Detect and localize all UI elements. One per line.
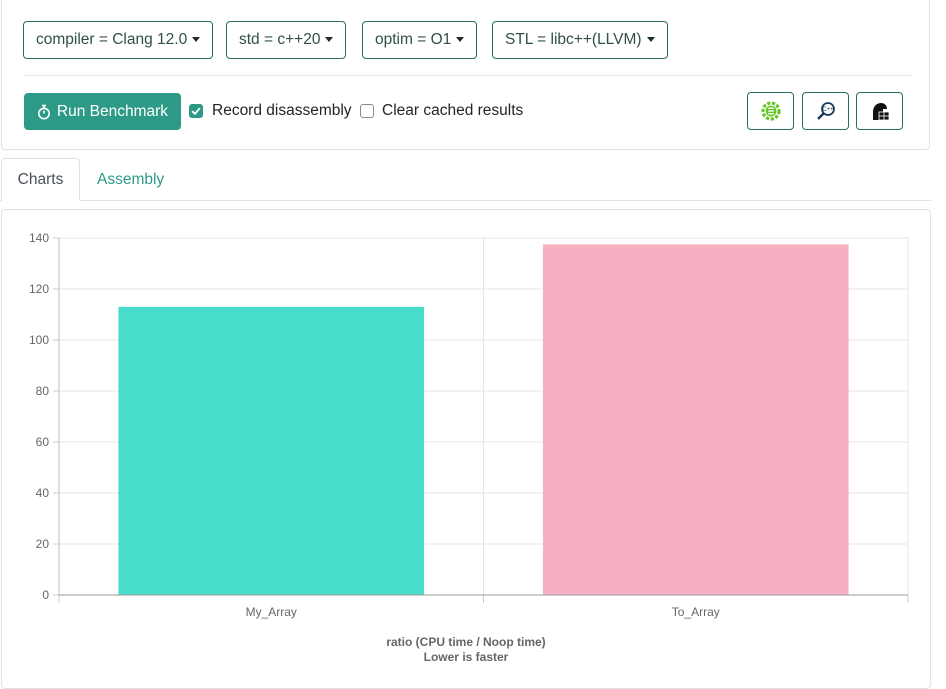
run-benchmark-label: Run Benchmark <box>56 102 169 120</box>
y-tick-label: 60 <box>36 435 50 449</box>
y-tick-label: 100 <box>29 333 49 347</box>
tab-charts-label: Charts <box>17 170 64 188</box>
caret-down-icon <box>456 36 465 42</box>
optim-dropdown-label: optim = O1 <box>375 31 452 48</box>
record-disassembly-checkbox[interactable] <box>189 104 203 118</box>
caret-down-icon <box>325 36 334 42</box>
benchmark-settings-panel: compiler = Clang 12.0 std = c++20 optim … <box>1 0 930 150</box>
std-dropdown-label: std = c++20 <box>239 31 321 48</box>
divider <box>23 75 911 76</box>
stl-dropdown[interactable]: STL = libc++(LLVM) <box>492 21 668 59</box>
std-dropdown[interactable]: std = c++20 <box>226 21 347 59</box>
compiler-dropdown[interactable]: compiler = Clang 12.0 <box>23 21 214 59</box>
y-tick-label: 140 <box>29 231 49 245</box>
stl-dropdown-label: STL = libc++(LLVM) <box>505 31 642 48</box>
stopwatch-icon <box>37 104 50 119</box>
bar-to-array <box>542 244 849 595</box>
cpp-insights-button[interactable]: C++ <box>802 92 849 130</box>
y-tick-label: 0 <box>42 588 49 602</box>
build-bench-button[interactable] <box>856 92 903 130</box>
x-axis-subtitle: Lower is faster <box>424 650 509 664</box>
chart-panel: 0 20 40 60 80 100 120 140 My_Array To_Array ratio… <box>1 209 931 689</box>
record-disassembly-label: Record disassembly <box>212 102 352 119</box>
tab-assembly[interactable]: Assembly <box>81 158 180 201</box>
clear-cache-label: Clear cached results <box>382 102 524 119</box>
compiler-explorer-icon <box>760 101 781 121</box>
y-tick-label: 40 <box>36 486 50 500</box>
run-benchmark-button[interactable]: Run Benchmark <box>24 93 181 130</box>
y-tick-label: 20 <box>36 537 50 551</box>
caret-down-icon <box>192 36 201 42</box>
bar-my-array <box>118 306 425 595</box>
x-axis-title: ratio (CPU time / Noop time) <box>386 635 545 649</box>
magnifier-cpp-icon: C++ <box>816 102 835 120</box>
x-tick-label: To_Array <box>672 605 720 619</box>
compiler-dropdown-label: compiler = Clang 12.0 <box>36 31 188 48</box>
y-tick-label: 120 <box>29 282 49 296</box>
x-tick-label: My_Array <box>246 605 297 619</box>
tab-charts[interactable]: Charts <box>1 158 80 201</box>
caret-down-icon <box>646 36 655 42</box>
tab-assembly-label: Assembly <box>97 170 165 188</box>
build-bench-icon <box>872 103 889 121</box>
compiler-explorer-button[interactable] <box>747 92 794 130</box>
benchmark-bar-chart: 0 20 40 60 80 100 120 140 My_Array To_Array ratio… <box>29 231 909 664</box>
svg-text:C++: C++ <box>822 107 834 113</box>
clear-cache-checkbox[interactable] <box>360 104 374 118</box>
optim-dropdown[interactable]: optim = O1 <box>362 21 478 59</box>
y-tick-label: 80 <box>36 384 50 398</box>
checkmark-icon <box>191 107 201 116</box>
